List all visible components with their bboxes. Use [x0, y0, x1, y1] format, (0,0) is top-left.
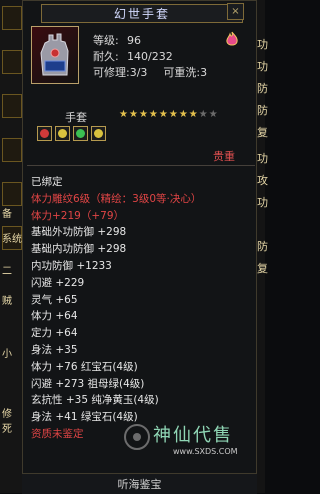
star-empty-icon: ★: [198, 109, 209, 120]
divider: [27, 165, 255, 166]
star-filled-icon: ★: [119, 109, 129, 120]
attribute-line: 基础内功防御 +298: [31, 243, 127, 256]
red-gem-icon: [37, 126, 52, 141]
attribute-line: 身法 +35: [31, 343, 78, 356]
inventory-slot: [2, 6, 22, 30]
grade-label: 贵重: [213, 150, 235, 163]
attribute-line: 闪避 +229: [31, 276, 85, 289]
right-strip-text: 防: [257, 82, 268, 95]
item-title: 幻世手套: [113, 7, 170, 21]
attribute-line: 定力 +64: [31, 327, 78, 340]
green-gem-icon: [73, 126, 88, 141]
rewash-label: 可重洗:: [163, 66, 201, 79]
attribute-line: 闪避 +273 祖母绿(4级): [31, 377, 145, 390]
attribute-line: 基础外功防御 +298: [31, 226, 127, 239]
right-strip-text: 防: [257, 104, 268, 117]
left-strip-text: 备: [2, 209, 12, 220]
durability-label: 耐久:: [93, 50, 119, 63]
star-filled-icon: ★: [148, 109, 159, 120]
right-strip-text: 功: [257, 60, 268, 73]
star-filled-icon: ★: [168, 109, 179, 120]
item-info: 等级: 96 耐久: 140/232 可修理: 3/3 可重洗: 3: [93, 33, 243, 81]
watermark-text: 神仙代售: [153, 425, 233, 446]
level-value: 96: [127, 34, 141, 47]
right-strip-text: 功: [257, 38, 268, 51]
flame-icon: [226, 31, 238, 46]
left-strip-text: 修: [2, 409, 12, 420]
right-strip-text: 功: [257, 196, 268, 209]
footer-text: 听海鉴宝: [117, 478, 162, 491]
right-strip-text: 防: [257, 240, 268, 253]
gem-slots: [37, 126, 106, 141]
left-strip-text: 系统: [2, 234, 22, 245]
right-strip-text: 攻: [257, 174, 268, 187]
title-bar: 幻世手套: [41, 4, 243, 23]
yellow-gem-icon: [55, 126, 70, 141]
repair-value: 3/3: [129, 66, 148, 79]
level-label: 等级:: [93, 34, 119, 47]
star-filled-icon: ★: [188, 109, 199, 120]
watermark-url: www.SXDS.COM: [173, 447, 238, 456]
left-strip-text: 贼: [2, 296, 12, 307]
rewash-value: 3: [200, 66, 208, 79]
right-strip-text: 复: [257, 262, 268, 275]
close-icon[interactable]: ×: [227, 3, 244, 20]
left-strip-text: 小: [2, 349, 12, 360]
star-filled-icon: ★: [128, 109, 139, 120]
repair-label: 可修理:: [93, 66, 130, 79]
attribute-line: 玄抗性 +35 纯净黄玉(4级): [31, 394, 159, 407]
attribute-line: 体力 +64: [31, 310, 78, 323]
star-filled-icon: ★: [158, 109, 169, 120]
item-icon-frame: [31, 26, 79, 84]
star-filled-icon: ★: [178, 109, 189, 120]
inventory-slot: [2, 50, 22, 74]
inventory-slot: [2, 94, 22, 118]
durability-value: 140/232: [127, 50, 173, 63]
star-empty-icon: ★: [208, 109, 219, 120]
star-rating: ★★★★★★★★★★: [119, 109, 219, 120]
inventory-slot: [2, 182, 22, 206]
attribute-list: 已绑定体力雕纹6级（精绘：3级0等·决心） 体力+219（+79） 基础外功防御 +…: [31, 174, 251, 443]
attribute-line: 已绑定: [31, 176, 63, 188]
footer-bar: 听海鉴宝: [22, 473, 257, 494]
left-strip-text: 二: [2, 266, 12, 277]
star-filled-icon: ★: [138, 109, 149, 120]
yellow-gem-icon: [91, 126, 106, 141]
gauntlet-icon: [40, 33, 69, 76]
inventory-slot: [2, 138, 22, 162]
attribute-line: 灵气 +65: [31, 293, 78, 306]
right-strip-text: 功: [257, 152, 268, 165]
attribute-line: 体力 +76 红宝石(4级): [31, 360, 138, 373]
attribute-line: 内功防御 +1233: [31, 259, 112, 272]
item-type: 手套: [65, 111, 87, 124]
attribute-line: 体力雕纹6级（精绘：3级0等·决心）: [31, 192, 202, 205]
item-tooltip-panel: 幻世手套 × 等级: 96 耐久: 140/232 可修理: 3/3 可重洗: …: [22, 0, 257, 493]
left-strip-text: 死: [2, 424, 12, 435]
left-background-strip: 备系统二贼小修死: [0, 0, 22, 493]
right-strip-text: 复: [257, 126, 268, 139]
attribute-line: 体力+219（+79）: [31, 209, 124, 222]
